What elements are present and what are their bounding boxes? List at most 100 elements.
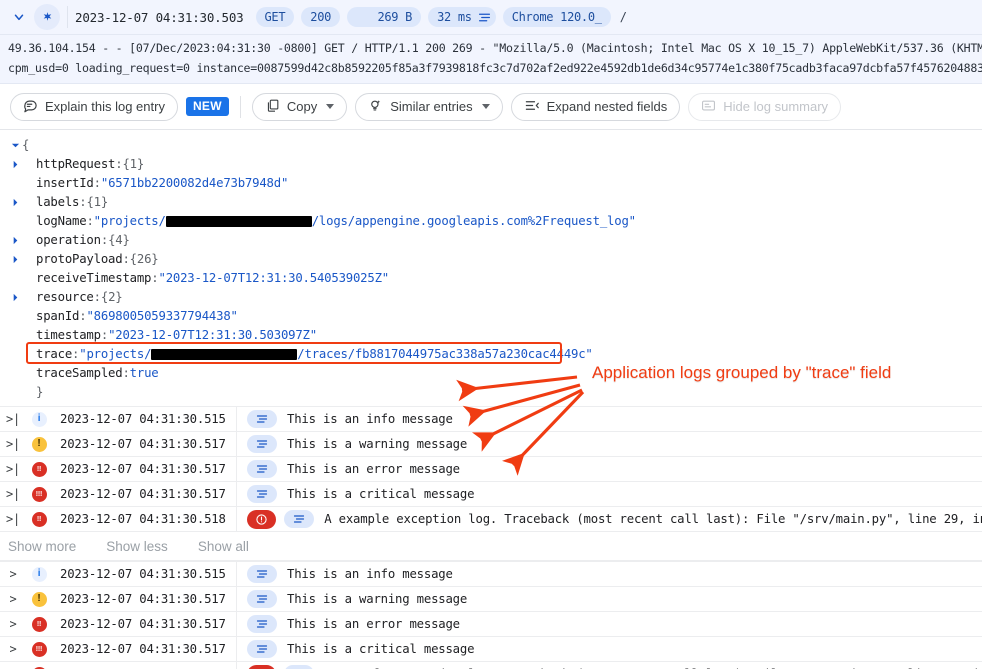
log-row[interactable]: >|i2023-12-07 04:31:30.515This is an inf… — [0, 407, 982, 432]
response-size-chip[interactable]: 269 B — [347, 7, 421, 27]
severity-error-icon: !! — [32, 462, 47, 477]
chevron-right-icon[interactable] — [8, 236, 22, 245]
log-summary-sparkle-icon[interactable] — [34, 4, 60, 30]
json-close-brace: } — [36, 383, 43, 402]
json-field-row[interactable]: resource: {2} — [8, 288, 982, 307]
log-summary-icon[interactable] — [247, 435, 277, 453]
json-colon: : — [94, 288, 101, 307]
json-colon: : — [86, 212, 93, 231]
log-row[interactable]: >!!!2023-12-07 04:31:30.517This is a cri… — [0, 637, 982, 662]
copy-icon — [265, 98, 280, 116]
chevron-right-icon[interactable] — [8, 293, 22, 302]
json-field-row: logName: "projects//logs/appengine.googl… — [8, 212, 982, 231]
json-value-prefix: "projects/ — [79, 345, 151, 364]
explain-chat-icon — [23, 98, 38, 116]
log-row-message-cell: This is a warning message — [237, 590, 467, 608]
show-more-link[interactable]: Show more — [8, 539, 92, 554]
json-open-brace: { — [22, 136, 29, 155]
error-reporting-icon[interactable] — [247, 665, 276, 669]
json-colon: : — [101, 326, 108, 345]
severity-icon[interactable]: ! — [26, 592, 52, 607]
log-row[interactable]: >!2023-12-07 04:31:30.517This is a warni… — [0, 587, 982, 612]
log-row[interactable]: >|!!!2023-12-07 04:31:30.517This is a cr… — [0, 482, 982, 507]
json-key: httpRequest — [36, 155, 115, 174]
json-field-row[interactable]: operation: {4} — [8, 231, 982, 250]
log-row-timestamp: 2023-12-07 04:31:30.518 — [52, 512, 236, 526]
log-summary-icon[interactable] — [247, 485, 277, 503]
severity-critical-icon: !!! — [32, 642, 47, 657]
chevron-down-icon[interactable] — [6, 4, 32, 30]
log-entry-toolbar: Explain this log entry NEW Copy S — [0, 84, 982, 130]
toolbar-divider — [240, 96, 241, 118]
severity-icon[interactable]: i — [26, 412, 52, 427]
json-field-row[interactable]: labels: {1} — [8, 193, 982, 212]
log-row-timestamp: 2023-12-07 04:31:30.517 — [52, 642, 236, 656]
severity-icon[interactable]: !! — [26, 462, 52, 477]
json-value: "2023-12-07T12:31:30.503097Z" — [108, 326, 317, 345]
json-field-row[interactable]: httpRequest: {1} — [8, 155, 982, 174]
chevron-right-icon[interactable]: > — [0, 617, 26, 631]
expand-to-row-icon[interactable]: >| — [0, 412, 26, 426]
latency-chip[interactable]: 32 ms — [428, 7, 496, 27]
log-summary-icon[interactable] — [247, 615, 277, 633]
show-all-link[interactable]: Show all — [198, 539, 265, 554]
chevron-right-icon[interactable] — [8, 255, 22, 264]
show-less-link[interactable]: Show less — [106, 539, 184, 554]
raw-log-line-1: 49.36.104.154 - - [07/Dec/2023:04:31:30 … — [8, 38, 982, 58]
chevron-right-icon[interactable]: > — [0, 642, 26, 656]
severity-icon[interactable]: ! — [26, 437, 52, 452]
log-row[interactable]: >|!!2023-12-07 04:31:30.518A example exc… — [0, 507, 982, 532]
similar-entries-button[interactable]: Similar entries — [355, 93, 502, 121]
expand-nested-fields-button[interactable]: Expand nested fields — [511, 93, 681, 121]
log-summary-icon[interactable] — [247, 410, 277, 428]
error-reporting-icon[interactable] — [247, 510, 276, 529]
log-row[interactable]: >i2023-12-07 04:31:30.515This is an info… — [0, 562, 982, 587]
log-row-message: This is a warning message — [287, 592, 467, 606]
json-key: insertId — [36, 174, 94, 193]
log-summary-icon[interactable] — [247, 565, 277, 583]
hide-log-summary-button[interactable]: Hide log summary — [688, 93, 841, 121]
log-summary-icon[interactable] — [284, 665, 314, 669]
log-entry-json-tree: { httpRequest: {1}insertId: "6571bb22000… — [0, 130, 982, 406]
json-value: {4} — [108, 231, 130, 250]
json-colon: : — [79, 307, 86, 326]
log-summary-icon[interactable] — [247, 460, 277, 478]
expand-to-row-icon[interactable]: >| — [0, 437, 26, 451]
severity-icon[interactable]: !!! — [26, 642, 52, 657]
log-summary-icon[interactable] — [284, 510, 314, 528]
severity-icon[interactable]: !!! — [26, 487, 52, 502]
severity-critical-icon: !!! — [32, 487, 47, 502]
severity-icon[interactable]: i — [26, 567, 52, 582]
chevron-down-icon[interactable] — [8, 141, 22, 150]
chevron-right-icon[interactable]: > — [0, 567, 26, 581]
expand-to-row-icon[interactable]: >| — [0, 512, 26, 526]
log-row[interactable]: >!!2023-12-07 04:31:30.518A example exce… — [0, 662, 982, 669]
severity-icon[interactable]: !! — [26, 617, 52, 632]
severity-icon[interactable]: !! — [26, 512, 52, 527]
log-entry-header[interactable]: 2023-12-07 04:31:30.503 GET 200 269 B 32… — [0, 0, 982, 35]
log-row-message-cell: This is an error message — [237, 615, 460, 633]
request-path: / — [620, 10, 627, 24]
expand-to-row-icon[interactable]: >| — [0, 462, 26, 476]
json-colon: : — [115, 155, 122, 174]
json-value: true — [130, 364, 159, 383]
expand-to-row-icon[interactable]: >| — [0, 487, 26, 501]
log-row[interactable]: >!!2023-12-07 04:31:30.517This is an err… — [0, 612, 982, 637]
log-summary-icon[interactable] — [247, 590, 277, 608]
json-field-row[interactable]: protoPayload: {26} — [8, 250, 982, 269]
chevron-right-icon[interactable]: > — [0, 592, 26, 606]
log-row[interactable]: >|!2023-12-07 04:31:30.517This is a warn… — [0, 432, 982, 457]
log-summary-icon[interactable] — [247, 640, 277, 658]
chevron-right-icon[interactable] — [8, 198, 22, 207]
explain-log-entry-button[interactable]: Explain this log entry — [10, 93, 178, 121]
chevron-down-icon — [326, 104, 334, 109]
json-key: timestamp — [36, 326, 101, 345]
json-root-row[interactable]: { — [8, 136, 982, 155]
user-agent-chip[interactable]: Chrome 120.0_ — [503, 7, 611, 27]
http-method-chip[interactable]: GET — [256, 7, 295, 27]
chevron-right-icon[interactable] — [8, 160, 22, 169]
http-status-chip[interactable]: 200 — [301, 7, 340, 27]
log-row[interactable]: >|!!2023-12-07 04:31:30.517This is an er… — [0, 457, 982, 482]
copy-button[interactable]: Copy — [252, 93, 347, 121]
severity-info-icon: i — [32, 412, 47, 427]
